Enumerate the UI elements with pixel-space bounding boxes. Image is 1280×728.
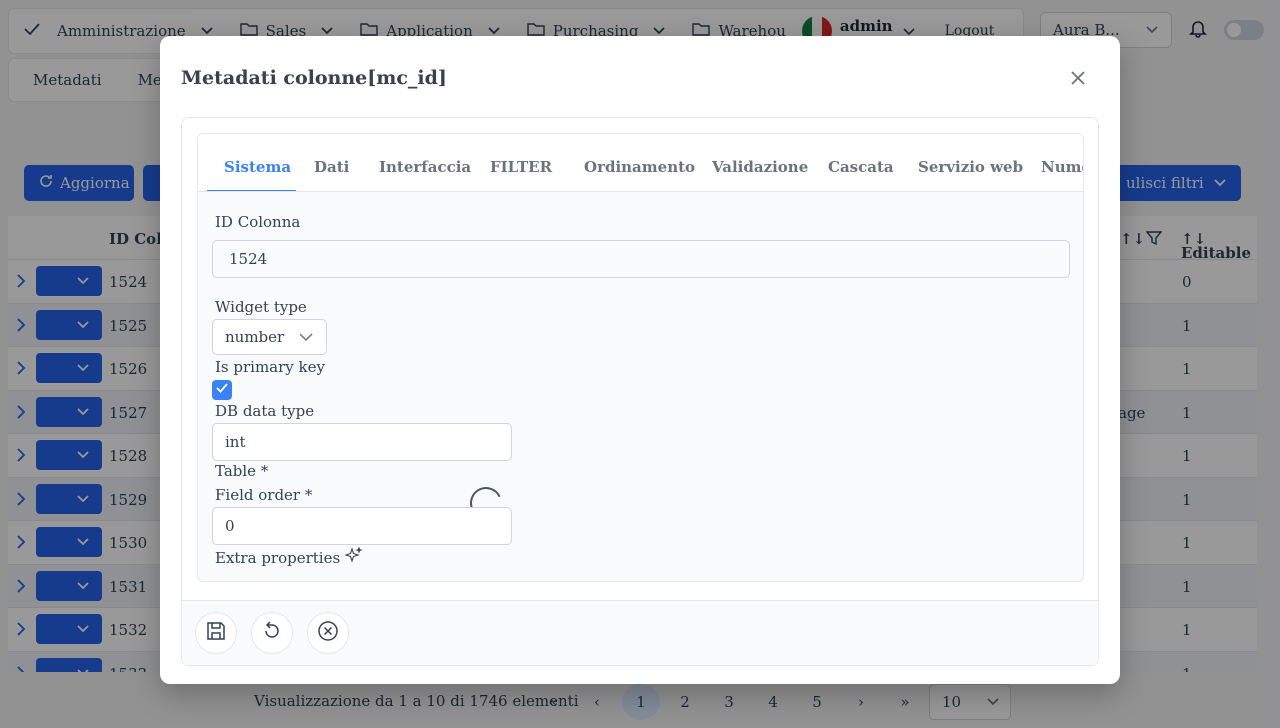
tab-validazione[interactable]: Validazione bbox=[712, 158, 808, 176]
db-data-type-field[interactable]: int bbox=[212, 423, 512, 461]
dialog-footer bbox=[182, 600, 1098, 665]
db-data-type-label: DB data type bbox=[215, 402, 315, 420]
field-order-label: Field order * bbox=[215, 486, 313, 504]
tab-sistema[interactable]: Sistema bbox=[224, 158, 291, 176]
chevron-down-icon bbox=[298, 328, 314, 346]
tab-dati[interactable]: Dati bbox=[314, 158, 349, 176]
tab-numeric[interactable]: Nume bbox=[1041, 158, 1083, 176]
reset-button[interactable] bbox=[251, 612, 293, 654]
tab-interfaccia[interactable]: Interfaccia bbox=[379, 158, 471, 176]
dialog-title: Metadati colonne[mc_id] bbox=[181, 67, 447, 89]
save-button[interactable] bbox=[195, 612, 237, 654]
is-primary-key-checkbox[interactable] bbox=[212, 380, 232, 400]
id-colonna-field[interactable]: 1524 bbox=[212, 240, 1070, 278]
check-icon bbox=[215, 381, 229, 399]
widget-type-label: Widget type bbox=[215, 298, 307, 316]
tab-filter[interactable]: FILTER bbox=[490, 158, 552, 176]
active-tab-indicator bbox=[207, 190, 296, 191]
id-colonna-label: ID Colonna bbox=[215, 213, 301, 231]
undo-icon bbox=[261, 620, 283, 646]
close-icon[interactable] bbox=[1066, 66, 1090, 90]
is-primary-key-label: Is primary key bbox=[215, 358, 325, 376]
tab-ordinamento[interactable]: Ordinamento bbox=[584, 158, 695, 176]
widget-type-select[interactable]: number bbox=[212, 319, 327, 355]
cancel-button[interactable] bbox=[307, 612, 349, 654]
metadata-dialog: Metadati colonne[mc_id] Sistema Dati Int… bbox=[160, 36, 1120, 684]
close-circle-icon bbox=[317, 620, 339, 646]
tab-bar: Sistema Dati Interfaccia FILTER Ordiname… bbox=[198, 134, 1083, 192]
tabview: Sistema Dati Interfaccia FILTER Ordiname… bbox=[197, 133, 1084, 582]
sparkles-icon[interactable] bbox=[344, 546, 363, 567]
field-order-field[interactable]: 0 bbox=[212, 507, 512, 545]
table-label: Table * bbox=[215, 462, 269, 480]
save-icon bbox=[205, 620, 227, 646]
tab-servizio-web[interactable]: Servizio web bbox=[918, 158, 1023, 176]
extra-properties-label: Extra properties bbox=[215, 546, 363, 567]
dialog-content-panel: Sistema Dati Interfaccia FILTER Ordiname… bbox=[181, 117, 1099, 666]
tab-cascata[interactable]: Cascata bbox=[828, 158, 894, 176]
